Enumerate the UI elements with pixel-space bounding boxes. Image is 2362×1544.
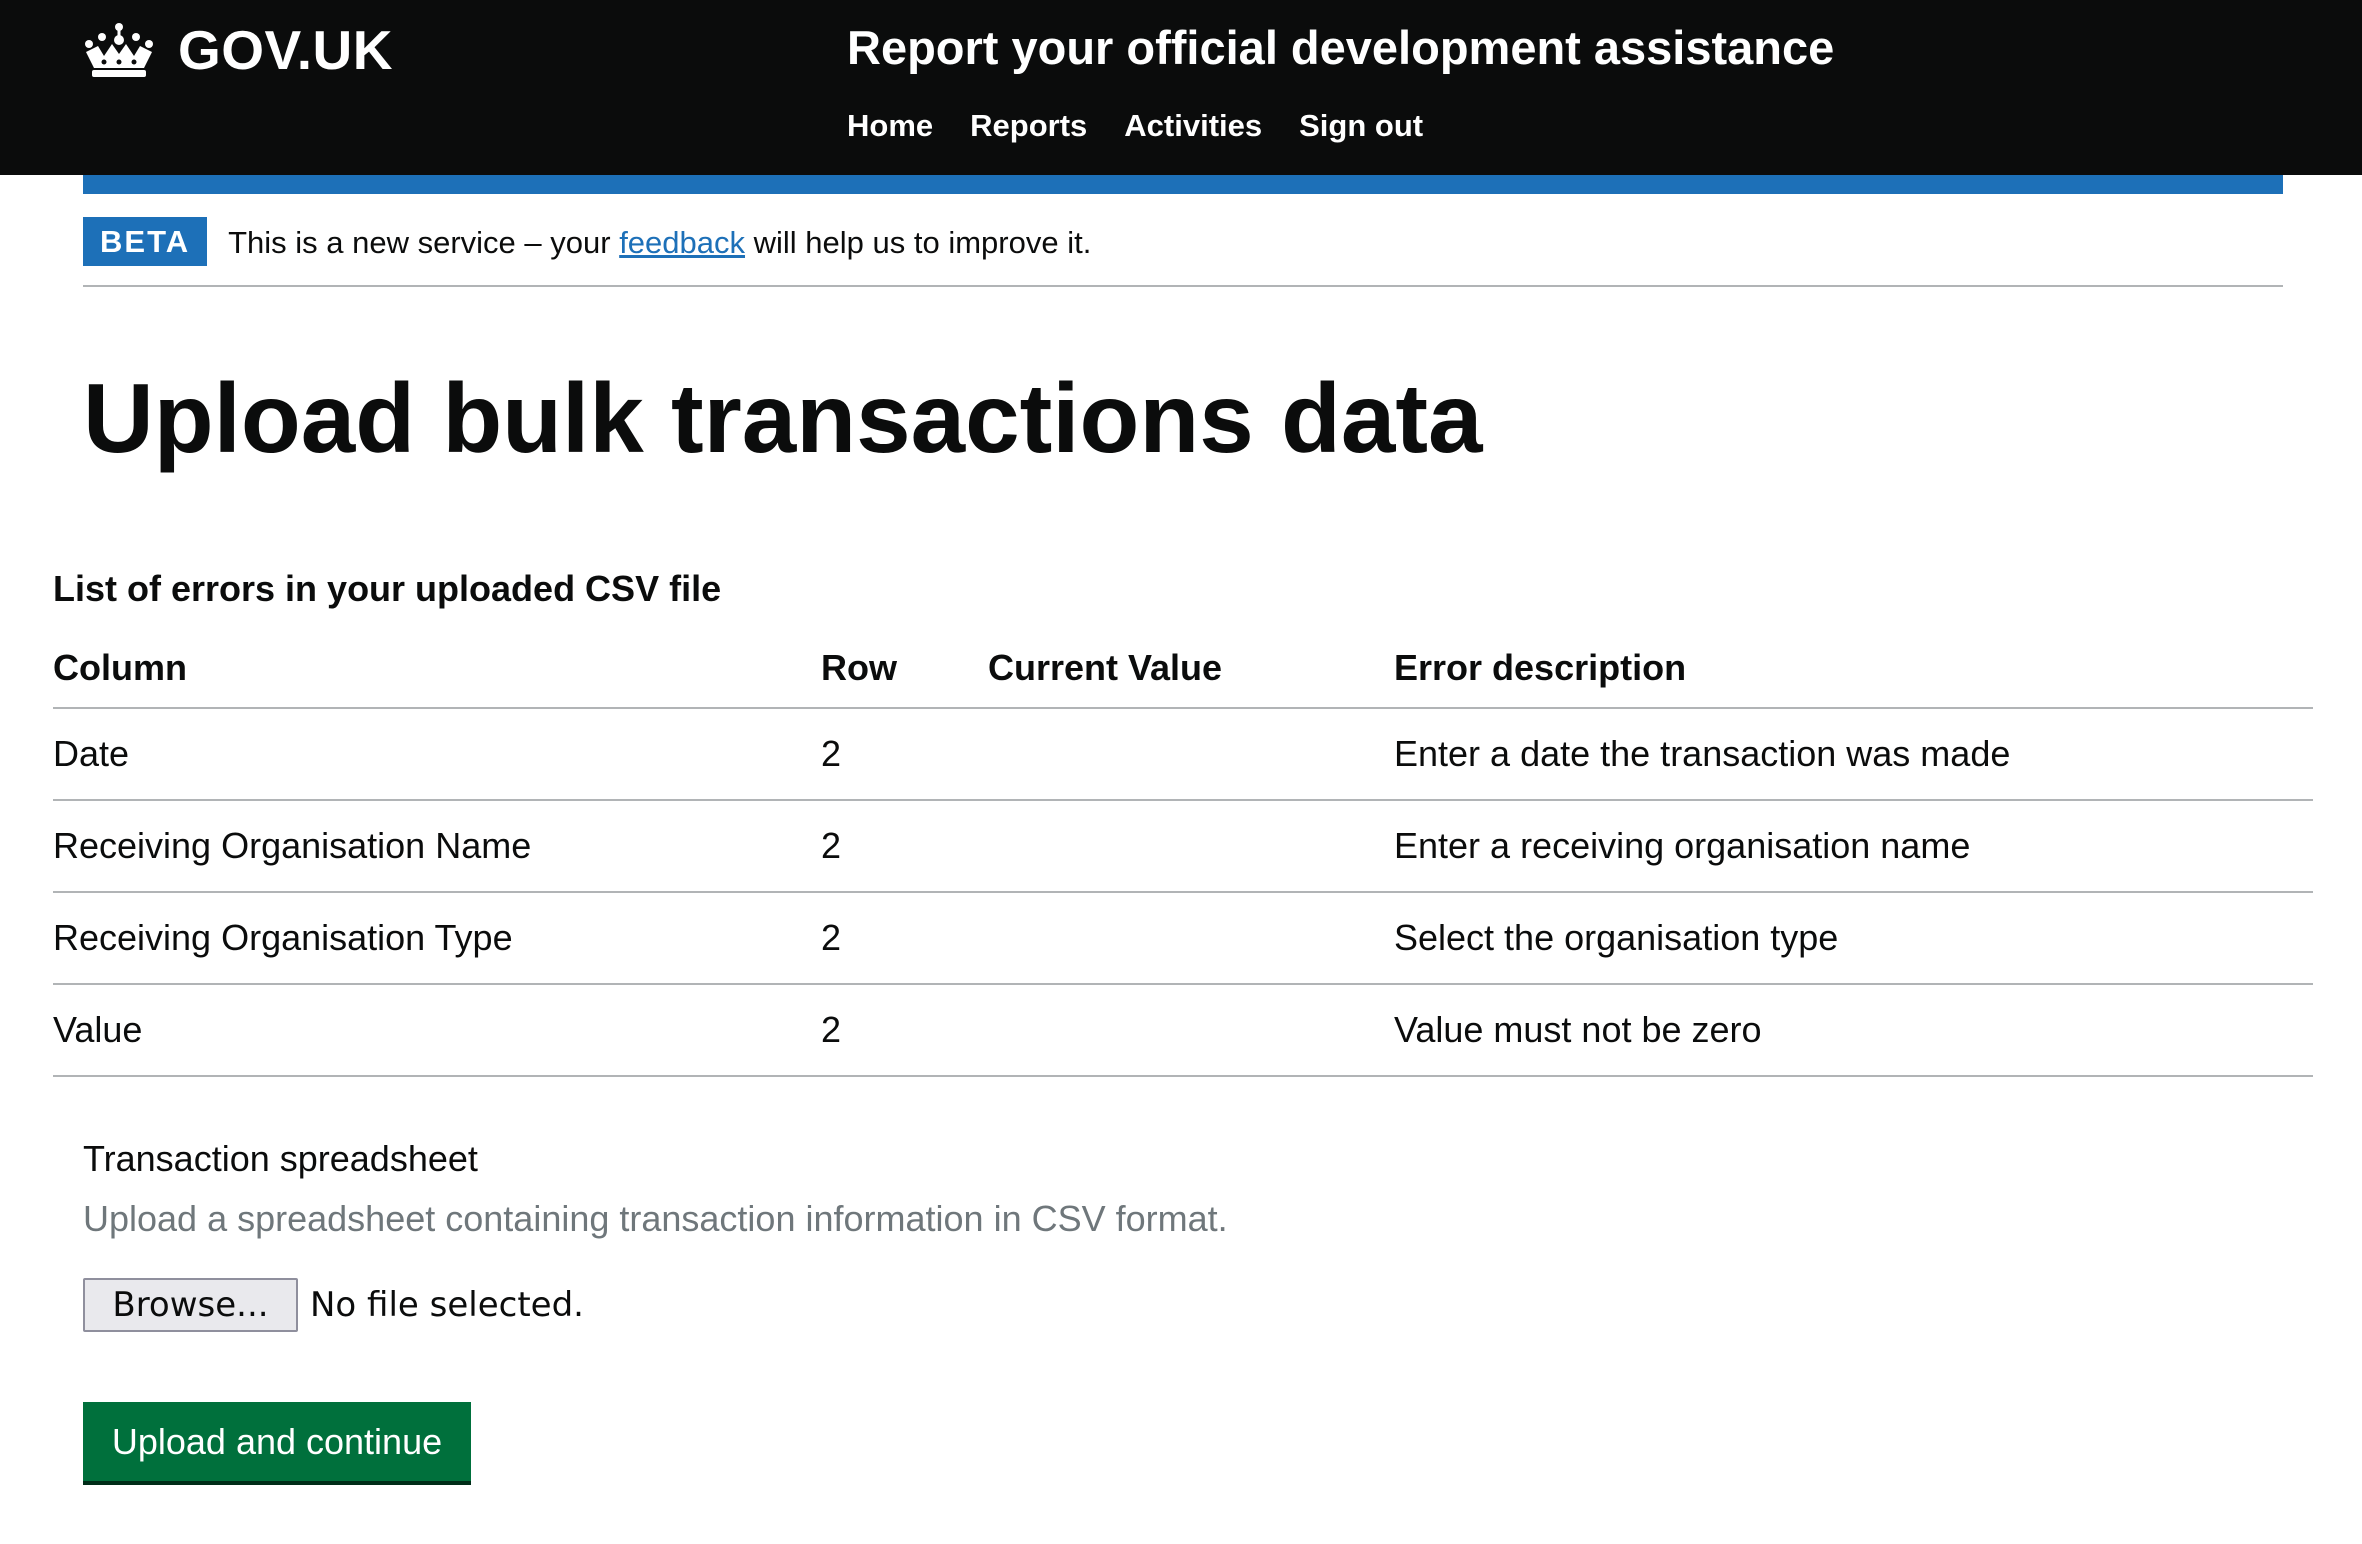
cell-row: 2	[821, 984, 988, 1077]
phase-banner: BETA This is a new service – your feedba…	[83, 217, 2283, 287]
header-column: Column	[53, 628, 821, 709]
table-row: Receiving Organisation Type 2 Select the…	[53, 892, 2313, 985]
table-row: Receiving Organisation Name 2 Enter a re…	[53, 800, 2313, 893]
cell-current-value	[988, 800, 1394, 893]
cell-error-description: Select the organisation type	[1394, 892, 2313, 985]
transaction-spreadsheet-hint: Upload a spreadsheet containing transact…	[83, 1198, 1228, 1239]
crown-icon	[85, 23, 153, 77]
site-header: GOV.UK Report your official development …	[0, 0, 2362, 175]
table-header-row: Column Row Current Value Error descripti…	[53, 628, 2313, 709]
header-blue-bar	[83, 175, 2283, 194]
header-row: Row	[821, 628, 988, 709]
cell-row: 2	[821, 708, 988, 801]
govuk-logo-link[interactable]: GOV.UK	[82, 18, 393, 82]
beta-tag: BETA	[83, 217, 208, 266]
table-row: Value 2 Value must not be zero	[53, 984, 2313, 1077]
browse-button[interactable]: Browse...	[83, 1278, 298, 1332]
cell-row: 2	[821, 892, 988, 985]
errors-table: Column Row Current Value Error descripti…	[53, 628, 2313, 1077]
cell-row: 2	[821, 800, 988, 893]
cell-error-description: Enter a date the transaction was made	[1394, 708, 2313, 801]
feedback-link[interactable]: feedback	[619, 225, 745, 260]
nav-link-reports[interactable]: Reports	[970, 108, 1087, 144]
logo-text: GOV.UK	[178, 19, 393, 81]
nav-link-activities[interactable]: Activities	[1124, 108, 1262, 144]
cell-error-description: Value must not be zero	[1394, 984, 2313, 1077]
cell-column: Receiving Organisation Name	[53, 800, 821, 893]
header-current-value: Current Value	[988, 628, 1394, 709]
header-error-description: Error description	[1394, 628, 2313, 709]
cell-current-value	[988, 984, 1394, 1077]
phase-banner-text: This is a new service – your feedback wi…	[228, 217, 1091, 269]
primary-navigation: Home Reports Activities Sign out	[847, 108, 1423, 144]
nav-link-sign-out[interactable]: Sign out	[1299, 108, 1423, 144]
cell-column: Receiving Organisation Type	[53, 892, 821, 985]
cell-error-description: Enter a receiving organisation name	[1394, 800, 2313, 893]
errors-table-caption: List of errors in your uploaded CSV file	[53, 568, 722, 609]
table-row: Date 2 Enter a date the transaction was …	[53, 708, 2313, 801]
cell-current-value	[988, 892, 1394, 985]
page-title: Upload bulk transactions data	[83, 363, 1483, 473]
phase-text-after: will help us to improve it.	[745, 225, 1092, 260]
transaction-spreadsheet-label: Transaction spreadsheet	[83, 1138, 478, 1179]
phase-text-before: This is a new service – your	[228, 225, 620, 260]
cell-current-value	[988, 708, 1394, 801]
service-name[interactable]: Report your official development assista…	[847, 20, 1834, 75]
nav-link-home[interactable]: Home	[847, 108, 933, 144]
cell-column: Date	[53, 708, 821, 801]
upload-and-continue-button[interactable]: Upload and continue	[83, 1402, 471, 1481]
file-status: No file selected.	[310, 1285, 584, 1325]
cell-column: Value	[53, 984, 821, 1077]
file-upload-field: Browse... No file selected.	[83, 1278, 584, 1332]
